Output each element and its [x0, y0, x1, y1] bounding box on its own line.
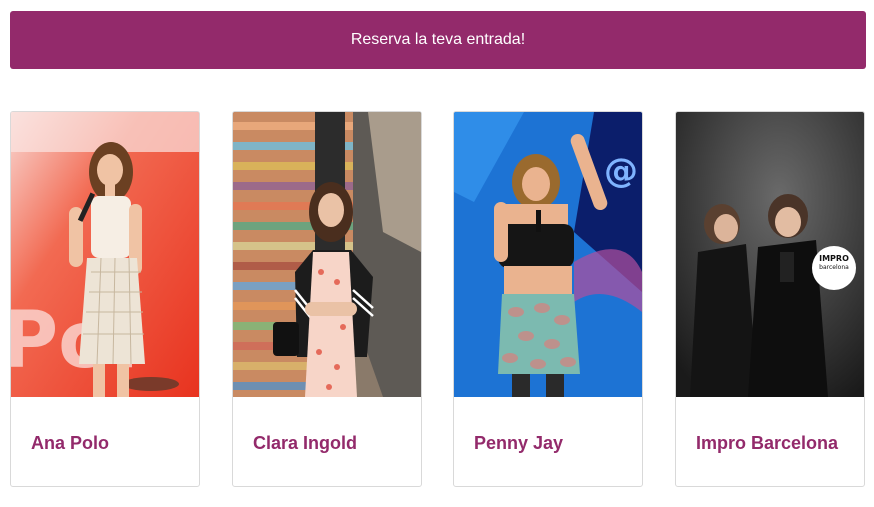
performer-photo: IMPRO barcelona [676, 112, 864, 397]
performer-photo: Pol [11, 112, 199, 397]
performer-photo [233, 112, 421, 397]
impro-barcelona-logo: IMPRO barcelona [819, 254, 849, 271]
performer-card-ana-polo[interactable]: Pol Ana Polo [10, 111, 200, 487]
performer-card-penny-jay[interactable]: @ Penny Jay [453, 111, 643, 487]
performer-card-clara-ingold[interactable]: Clara Ingold [232, 111, 422, 487]
performer-name: Impro Barcelona [696, 433, 839, 453]
performer-card-impro-barcelona[interactable]: IMPRO barcelona Impro Barcelona [675, 111, 865, 487]
performer-name: Penny Jay [474, 433, 564, 453]
performer-name: Ana Polo [31, 433, 110, 453]
book-tickets-button[interactable]: Reserva la teva entrada! [10, 11, 866, 69]
performer-name: Clara Ingold [253, 433, 358, 453]
performer-photo: @ [454, 112, 642, 397]
svg-text:@: @ [604, 151, 638, 191]
